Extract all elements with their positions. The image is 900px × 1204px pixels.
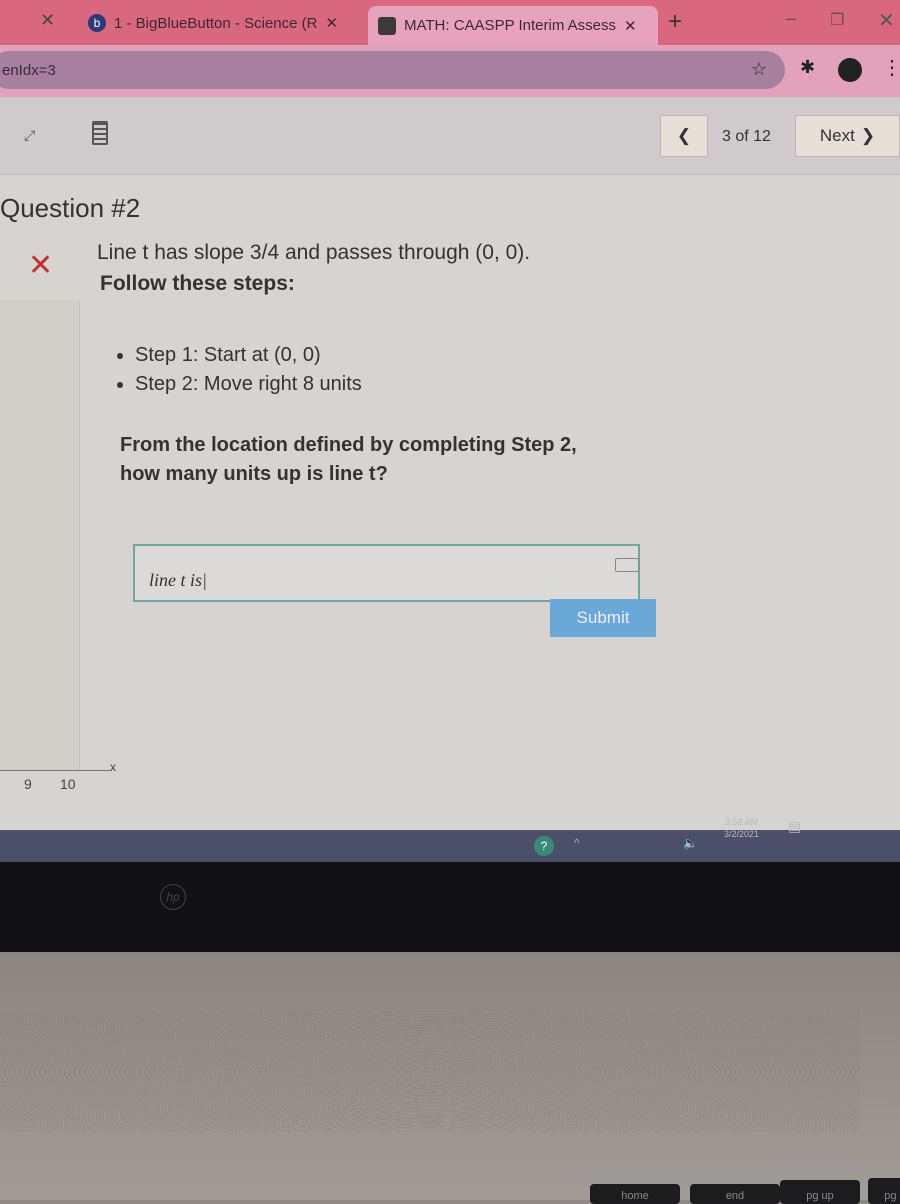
next-label: Next <box>819 126 855 145</box>
calculator-icon[interactable] <box>92 121 108 145</box>
close-tab-icon[interactable]: ✕ <box>40 10 55 31</box>
tab-bar: ✕ b 1 - BigBlueButton - Science (R ✕ MAT… <box>0 0 900 45</box>
close-icon[interactable]: ✕ <box>325 14 338 32</box>
help-icon[interactable]: ? <box>534 836 554 856</box>
next-button[interactable]: Next ❯ <box>795 115 900 157</box>
chevron-right-icon: ❯ <box>860 126 876 145</box>
x-tick: 9 <box>24 776 32 792</box>
step-item: Step 2: Move right 8 units <box>135 370 362 399</box>
prompt-line: From the location defined by completing … <box>120 434 577 456</box>
steps-list: Step 1: Start at (0, 0) Step 2: Move rig… <box>135 341 362 399</box>
question-title: Question #2 <box>0 193 141 223</box>
volume-icon[interactable]: 🔈 <box>683 836 698 850</box>
time: 9:58 AM <box>725 817 759 827</box>
tab-math-assessment[interactable]: MATH: CAASPP Interim Assess ✕ <box>368 6 658 45</box>
keyboard-icon[interactable] <box>615 558 639 572</box>
laptop-body: home end pg up pg dn <box>0 952 900 1204</box>
minimize-icon[interactable]: – <box>786 8 796 29</box>
x-axis-label: x <box>110 760 116 774</box>
question-text: Line t has slope 3/4 and passes through … <box>97 241 531 264</box>
x-tick: 10 <box>60 776 76 792</box>
key-end[interactable]: end <box>690 1184 780 1204</box>
test-toolbar: ⤢ ❮ 3 of 12 Next ❯ <box>0 97 900 175</box>
avatar[interactable] <box>838 58 862 82</box>
x-axis <box>0 770 110 771</box>
key-home[interactable]: home <box>590 1184 680 1204</box>
taskbar: ? ^ 🔈 9:58 AM 3/2/2021 ▤ <box>0 817 900 862</box>
speaker-grille <box>0 1012 860 1132</box>
page-indicator: 3 of 12 <box>722 128 771 145</box>
key-pg-up[interactable]: pg up <box>780 1180 860 1204</box>
close-icon[interactable]: ✕ <box>624 17 637 35</box>
previous-button[interactable]: ❮ <box>660 115 708 157</box>
date: 3/2/2021 <box>724 829 760 839</box>
prompt-line: how many units up is line t? <box>120 463 388 485</box>
notifications-icon[interactable]: ▤ <box>788 818 801 835</box>
submit-button[interactable]: Submit <box>550 599 656 637</box>
url-text: enIdx=3 <box>2 61 56 79</box>
tab-label: MATH: CAASPP Interim Assess <box>404 17 616 34</box>
bigbluebutton-icon: b <box>88 14 106 32</box>
graph-panel: 9 10 x <box>0 300 116 792</box>
extensions-icon[interactable]: ✱ <box>800 57 815 78</box>
menu-icon[interactable]: ⋮ <box>882 55 900 80</box>
close-window-icon[interactable]: ✕ <box>878 8 895 33</box>
answer-text: line t is <box>149 570 202 590</box>
new-tab-button[interactable]: + <box>668 8 682 36</box>
address-input[interactable]: enIdx=3 ☆ <box>0 51 785 89</box>
question-instructions: Follow these steps: <box>100 272 295 295</box>
question-prompt: From the location defined by completing … <box>120 431 577 489</box>
tab-bigbluebutton[interactable]: b 1 - BigBlueButton - Science (R ✕ <box>78 6 348 40</box>
restore-icon[interactable]: ❐ <box>830 10 844 30</box>
answer-input[interactable]: line t is| <box>133 544 640 602</box>
chevron-left-icon: ❮ <box>676 126 692 145</box>
question-content: Question #2 ✕ Line t has slope 3/4 and p… <box>0 175 900 830</box>
chevron-up-icon[interactable]: ^ <box>574 836 580 850</box>
fullscreen-icon[interactable]: ⤢ <box>24 127 35 144</box>
tab-label: 1 - BigBlueButton - Science (R <box>114 14 318 32</box>
key-pg-dn[interactable]: pg dn <box>868 1178 900 1204</box>
hp-logo: hp <box>160 884 186 910</box>
step-item: Step 1: Start at (0, 0) <box>135 341 362 370</box>
address-bar-area: enIdx=3 ☆ ✱ ⋮ <box>0 45 900 97</box>
x-mark-icon: ✕ <box>28 249 54 282</box>
star-icon[interactable]: ☆ <box>751 59 767 80</box>
clock[interactable]: 9:58 AM 3/2/2021 <box>724 816 759 840</box>
screen-bezel: hp <box>0 862 900 952</box>
assessment-icon <box>378 16 396 35</box>
